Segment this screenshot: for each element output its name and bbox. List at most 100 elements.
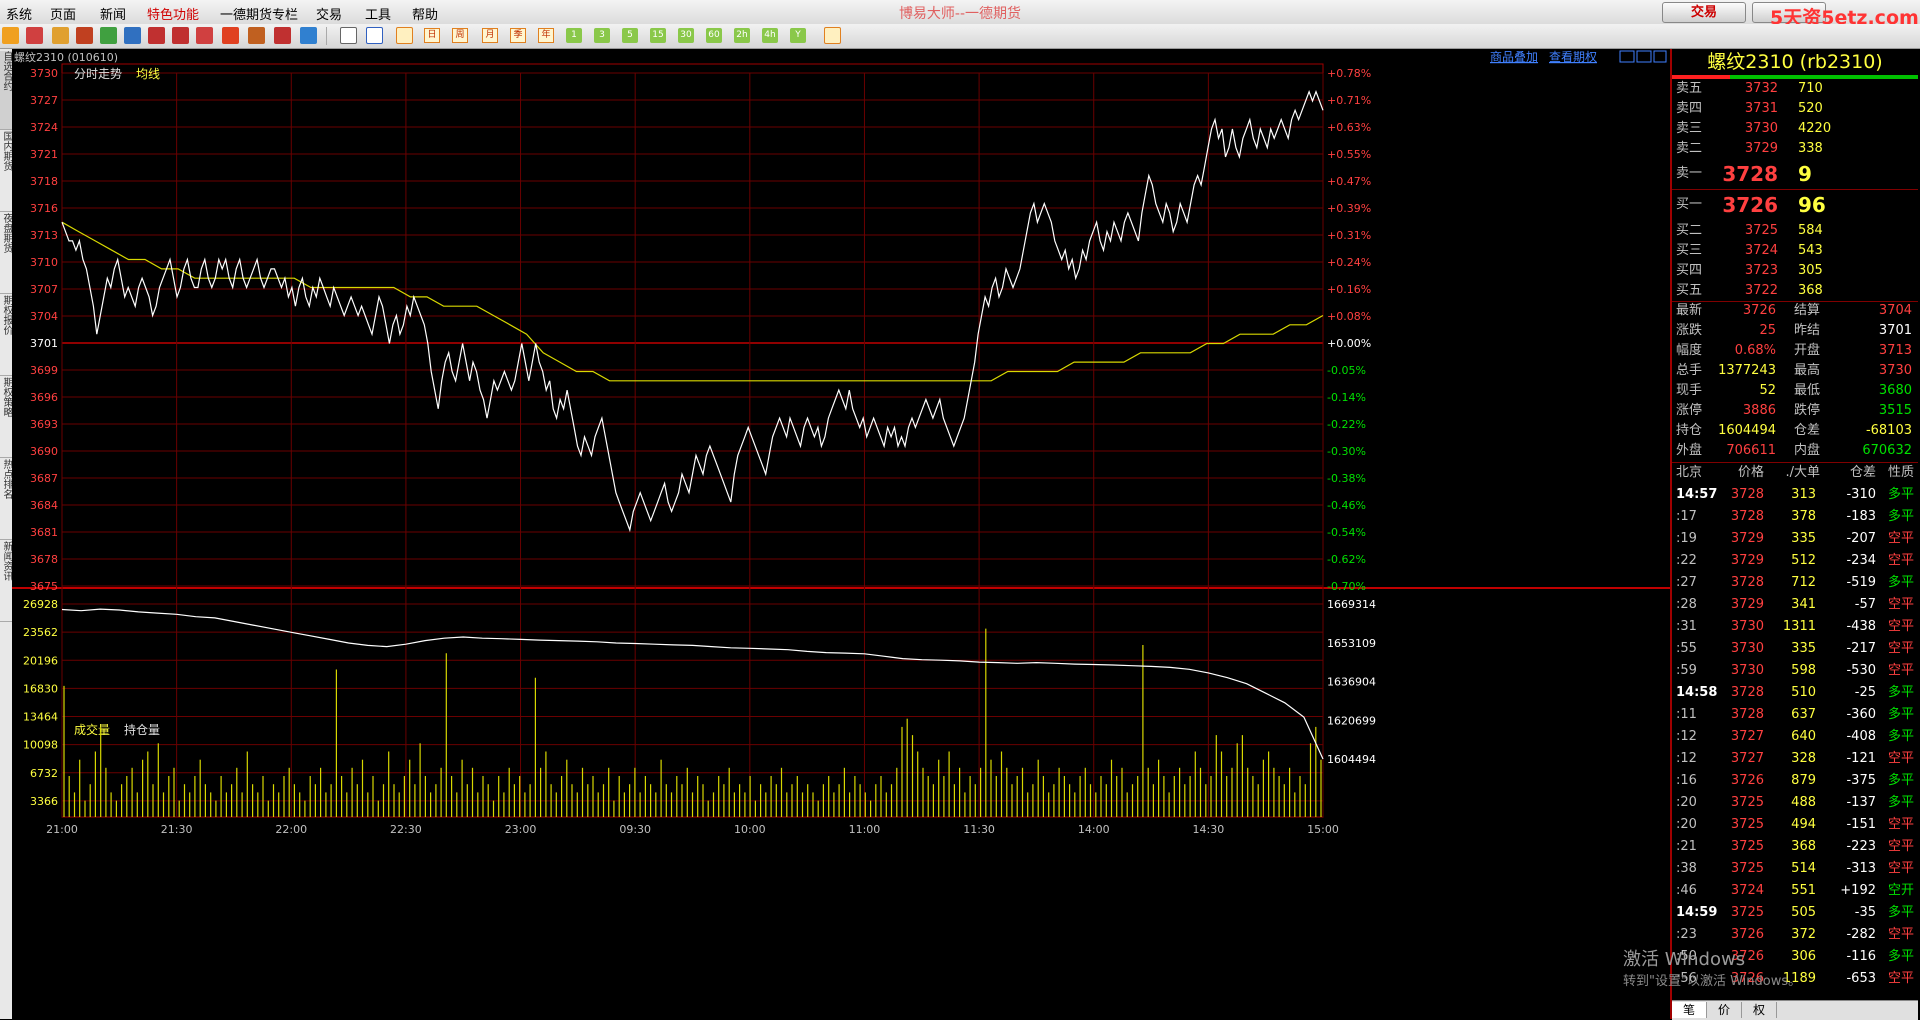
timeshare-chart-icon[interactable] xyxy=(366,27,383,44)
minute-15-button[interactable]: 15 xyxy=(650,28,666,43)
period-day-button[interactable]: 日 xyxy=(424,28,440,43)
stat-row: 幅度 0.68% 开盘 3713 xyxy=(1676,341,1916,361)
tick-row[interactable]: :21 3725 368 -223 空平 xyxy=(1676,836,1916,858)
menu-trade[interactable]: 交易 xyxy=(316,4,342,23)
tick-row[interactable]: :17 3728 378 -183 多平 xyxy=(1676,506,1916,528)
tick-volume: 879 xyxy=(1791,773,1816,788)
minute-1-button[interactable]: 1 xyxy=(566,28,582,43)
left-tab-option-quote[interactable]: 期权报价 xyxy=(0,295,12,376)
pen-icon[interactable] xyxy=(222,27,239,44)
tick-row[interactable]: :46 3724 551 +192 空开 xyxy=(1676,880,1916,902)
tick-oi-change: -25 xyxy=(1854,685,1876,700)
calc-icon[interactable] xyxy=(124,27,141,44)
commodity-overlay-link[interactable]: 商品叠加 xyxy=(1490,49,1538,64)
menu-help[interactable]: 帮助 xyxy=(412,4,438,23)
tick-row[interactable]: :12 3727 640 -408 多平 xyxy=(1676,726,1916,748)
period-year-button[interactable]: 年 xyxy=(538,28,554,43)
tick-row[interactable]: :20 3725 494 -151 空平 xyxy=(1676,814,1916,836)
tick-row[interactable]: :11 3728 637 -360 多平 xyxy=(1676,704,1916,726)
period-quarter-button[interactable]: 季 xyxy=(510,28,526,43)
tick-chart-icon[interactable] xyxy=(396,27,413,44)
ask-row[interactable]: 卖三 3730 4220 xyxy=(1676,119,1916,139)
ask-price: 3731 xyxy=(1744,101,1778,116)
ask-row[interactable]: 卖二 3729 338 xyxy=(1676,139,1916,159)
tick-row[interactable]: :22 3729 512 -234 空平 xyxy=(1676,550,1916,572)
zoom-in-icon[interactable] xyxy=(148,27,165,44)
draw-icon[interactable] xyxy=(248,27,265,44)
tick-row[interactable]: 14:57 3728 313 -310 多平 xyxy=(1676,484,1916,506)
book-icon[interactable] xyxy=(52,27,69,44)
left-tab-news[interactable]: 新闻资讯 xyxy=(0,541,12,622)
bid-row[interactable]: 买五 3722 368 xyxy=(1676,281,1916,301)
contract-title: 螺纹2310 (rb2310) xyxy=(1707,51,1883,73)
tab-rights[interactable]: 权 xyxy=(1742,1002,1777,1018)
minute-3-button[interactable]: 3 xyxy=(594,28,610,43)
tab-ticks[interactable]: 笔 xyxy=(1672,1002,1707,1018)
minute-30-button[interactable]: 30 xyxy=(678,28,694,43)
menu-news[interactable]: 新闻 xyxy=(100,4,126,23)
price-tick-label: 3701 xyxy=(30,337,58,350)
refresh-icon[interactable] xyxy=(100,27,117,44)
timeshare-chart[interactable]: 螺纹2310 (010610) 商品叠加 查看期权 分时走势 均线 成交量 持仓… xyxy=(12,49,1670,1019)
tick-row[interactable]: :16 3726 879 -375 多平 xyxy=(1676,770,1916,792)
ask-row[interactable]: 卖四 3731 520 xyxy=(1676,99,1916,119)
calendar-icon[interactable] xyxy=(824,27,841,44)
left-tab-hot-ranking[interactable]: 热点排名 xyxy=(0,459,12,540)
back-icon[interactable] xyxy=(2,27,19,44)
price-tick-label: 3713 xyxy=(30,229,58,242)
tick-row[interactable]: :31 3730 1311 -438 空平 xyxy=(1676,616,1916,638)
bid-row[interactable]: 买三 3724 543 xyxy=(1676,241,1916,261)
bid-row[interactable]: 买四 3723 305 xyxy=(1676,261,1916,281)
window-icon[interactable] xyxy=(196,27,213,44)
tick-time: :55 xyxy=(1676,641,1697,656)
menu-system[interactable]: 系统 xyxy=(6,4,32,23)
ask-volume: 9 xyxy=(1798,162,1812,186)
ask-label: 卖一 xyxy=(1676,166,1703,181)
volume-tick-label: 6732 xyxy=(30,767,58,780)
bid-row[interactable]: 买二 3725 584 xyxy=(1676,221,1916,241)
tick-row[interactable]: :19 3729 335 -207 空平 xyxy=(1676,528,1916,550)
tick-row[interactable]: :55 3730 335 -217 空平 xyxy=(1676,638,1916,660)
left-tab-domestic-futures[interactable]: 国内期货 xyxy=(0,131,12,212)
bid-row[interactable]: 买一 3726 96 xyxy=(1676,192,1916,218)
tick-row[interactable]: :27 3728 712 -519 多平 xyxy=(1676,572,1916,594)
tick-nature: 空开 xyxy=(1887,883,1914,898)
left-tab-option-strategy[interactable]: 期权策略 xyxy=(0,377,12,458)
tick-row[interactable]: 14:58 3728 510 -25 多平 xyxy=(1676,682,1916,704)
folder-icon[interactable] xyxy=(76,27,93,44)
minute-60-button[interactable]: 60 xyxy=(706,28,722,43)
menu-yide-column[interactable]: 一德期货专栏 xyxy=(220,4,298,23)
tick-row[interactable]: 14:59 3725 505 -35 多平 xyxy=(1676,902,1916,924)
home-icon[interactable] xyxy=(26,27,43,44)
tick-row[interactable]: :23 3726 372 -282 空平 xyxy=(1676,924,1916,946)
tick-row[interactable]: :12 3727 328 -121 空平 xyxy=(1676,748,1916,770)
hour-2-button[interactable]: 2h xyxy=(734,28,750,43)
tick-volume: 335 xyxy=(1791,641,1816,656)
left-tab-watchlist[interactable]: 自选合约 xyxy=(0,51,12,130)
indicator-icon[interactable] xyxy=(300,27,317,44)
menu-page[interactable]: 页面 xyxy=(50,4,76,23)
tick-price: 3727 xyxy=(1730,751,1764,766)
menu-special-features[interactable]: 特色功能 xyxy=(147,4,199,23)
filter-icon[interactable] xyxy=(274,27,291,44)
table-icon[interactable] xyxy=(340,27,357,44)
custom-period-button[interactable]: Y xyxy=(790,28,806,43)
minute-5-button[interactable]: 5 xyxy=(622,28,638,43)
tick-oi-change: +192 xyxy=(1840,883,1876,898)
view-option-link[interactable]: 查看期权 xyxy=(1549,50,1597,64)
period-month-button[interactable]: 月 xyxy=(482,28,498,43)
left-tab-night-futures[interactable]: 夜盘期货 xyxy=(0,213,12,294)
tick-row[interactable]: :38 3725 514 -313 空平 xyxy=(1676,858,1916,880)
tab-price[interactable]: 价 xyxy=(1707,1002,1742,1018)
tick-time: 14:59 xyxy=(1676,905,1718,920)
tick-row[interactable]: :59 3730 598 -530 空平 xyxy=(1676,660,1916,682)
ask-row[interactable]: 卖五 3732 710 xyxy=(1676,79,1916,99)
hour-4-button[interactable]: 4h xyxy=(762,28,778,43)
ask-row[interactable]: 卖一 3728 9 xyxy=(1676,161,1916,187)
zoom-out-icon[interactable] xyxy=(172,27,189,44)
tick-row[interactable]: :20 3725 488 -137 多平 xyxy=(1676,792,1916,814)
menu-tools[interactable]: 工具 xyxy=(365,4,391,23)
tick-row[interactable]: :28 3729 341 -57 空平 xyxy=(1676,594,1916,616)
period-week-button[interactable]: 周 xyxy=(452,28,468,43)
trade-button[interactable]: 交易 xyxy=(1662,2,1746,23)
